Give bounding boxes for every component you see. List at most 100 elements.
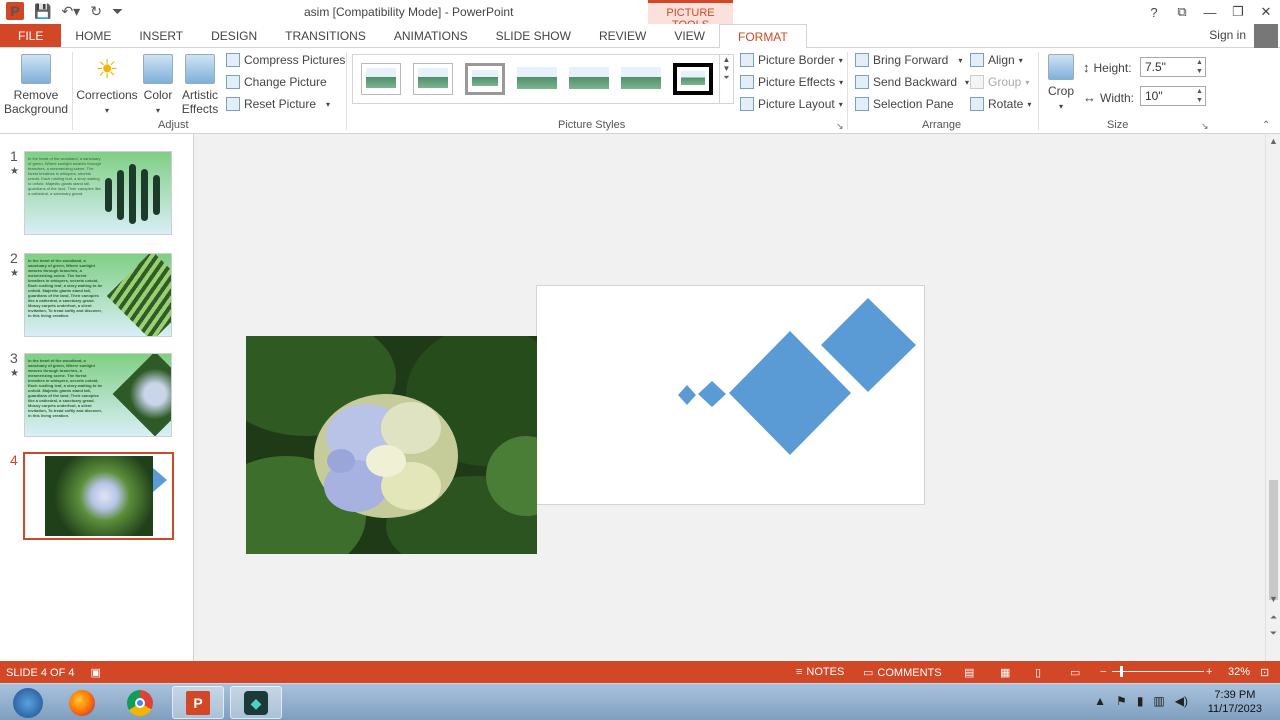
selection-pane-button[interactable]: Selection Pane [855, 97, 954, 111]
start-button[interactable] [2, 686, 54, 719]
windows-taskbar: P ◆ ▲ ⚑ ▮ ▥ ◀) 7:39 PM 11/17/2023 [0, 683, 1280, 720]
redo-icon[interactable]: ↻ [90, 3, 102, 20]
bring-forward-button[interactable]: Bring Forward ▾ [855, 53, 962, 67]
align-button[interactable]: Align ▾ [970, 53, 1023, 67]
tab-home[interactable]: HOME [61, 24, 125, 47]
close-button[interactable]: ✕ [1252, 0, 1280, 24]
vertical-scrollbar[interactable]: ▲ ▼ ⏶ ⏷ [1265, 134, 1280, 661]
diamond-tiny[interactable] [678, 385, 696, 405]
tab-design[interactable]: DESIGN [197, 24, 271, 47]
undo-icon[interactable]: ↶▾ [61, 3, 80, 20]
tab-animations[interactable]: ANIMATIONS [380, 24, 482, 47]
system-clock[interactable]: 7:39 PM 11/17/2023 [1208, 688, 1262, 716]
previous-slide-icon[interactable]: ⏶ [1266, 612, 1280, 623]
tab-view[interactable]: VIEW [660, 24, 719, 47]
hydrangea-picture[interactable] [246, 336, 537, 554]
tab-slide-show[interactable]: SLIDE SHOW [482, 24, 585, 47]
rotate-button[interactable]: Rotate ▾ [970, 97, 1031, 111]
picture-border-button[interactable]: Picture Border ▾ [740, 53, 843, 67]
scroll-up-icon[interactable]: ▲ [1266, 136, 1280, 146]
artistic-effects-button[interactable]: Artistic Effects [178, 54, 222, 116]
maximize-button[interactable]: ❐ [1224, 0, 1252, 24]
minimize-button[interactable]: — [1196, 0, 1224, 24]
tab-transitions[interactable]: TRANSITIONS [271, 24, 380, 47]
zoom-in-button[interactable]: + [1206, 666, 1212, 678]
remove-background-icon [21, 54, 51, 84]
scroll-down-icon[interactable]: ▼ [1266, 594, 1280, 604]
slide-number: 4 [10, 452, 18, 468]
slide-show-icon[interactable]: ▭ [1070, 666, 1080, 679]
reading-view-icon[interactable]: ▯ [1035, 666, 1041, 679]
tab-file[interactable]: FILE [0, 24, 62, 47]
tab-insert[interactable]: INSERT [125, 24, 197, 47]
customize-qat-icon[interactable]: ⏷ [112, 3, 123, 20]
firefox-taskbar-button[interactable] [56, 686, 108, 719]
next-slide-icon[interactable]: ⏷ [1266, 628, 1280, 639]
gallery-scroll[interactable]: ▲ ▼ ⏷ [719, 55, 733, 103]
height-icon: ↕ [1083, 60, 1090, 75]
height-spinner[interactable]: ▲ ▼ [1196, 58, 1203, 76]
ribbon: Remove Background ☀ Corrections ▾ Color ▾ … [0, 48, 1280, 134]
corrections-button[interactable]: ☀ Corrections ▾ [76, 54, 138, 118]
picture-style-6[interactable] [621, 63, 661, 95]
show-hidden-icons[interactable]: ▲ [1094, 694, 1106, 708]
comments-button[interactable]: ▭ COMMENTS [863, 666, 942, 680]
save-icon[interactable]: 💾 [34, 3, 51, 20]
slide-thumbnail-1[interactable]: In the heart of the woodland, a sanctuar… [24, 151, 172, 235]
picture-style-3[interactable] [465, 63, 505, 95]
picture-style-7[interactable] [673, 63, 713, 95]
tab-format[interactable]: FORMAT [718, 24, 807, 49]
compress-pictures-button[interactable]: Compress Pictures [226, 53, 345, 67]
reset-picture-label: Reset Picture [244, 97, 317, 111]
picture-style-1[interactable] [361, 63, 401, 95]
zoom-slider[interactable] [1112, 666, 1204, 677]
width-label: Width: [1100, 90, 1135, 105]
slide-thumbnail-3[interactable]: In the heart of the woodland, a sanctuar… [24, 353, 172, 437]
spell-check-icon[interactable]: ▣ [90, 666, 100, 679]
slide-thumbnail-4[interactable] [23, 452, 174, 540]
scroll-thumb[interactable] [1269, 480, 1278, 600]
zoom-out-button[interactable]: − [1100, 666, 1106, 678]
send-backward-button[interactable]: Send Backward ▾ [855, 75, 969, 89]
filmora-taskbar-button[interactable]: ◆ [230, 686, 282, 719]
tab-review[interactable]: REVIEW [585, 24, 660, 47]
reset-picture-button[interactable]: Reset Picture ▾ [226, 97, 330, 111]
chrome-taskbar-button[interactable] [114, 686, 166, 719]
slide-with-diamonds[interactable] [536, 285, 925, 505]
slide-sorter-icon[interactable]: ▦ [1000, 666, 1010, 679]
diamond-small[interactable] [698, 381, 726, 407]
picture-styles-launcher-icon[interactable]: ↘ [836, 121, 844, 132]
zoom-slider-thumb[interactable] [1120, 666, 1123, 677]
volume-icon[interactable]: ◀) [1175, 694, 1188, 708]
crop-button[interactable]: Crop ▾ [1044, 54, 1078, 114]
zoom-level[interactable]: 32% [1228, 666, 1250, 678]
fit-slide-icon[interactable]: ⊡ [1260, 666, 1269, 679]
picture-style-4[interactable] [517, 63, 557, 95]
group-button[interactable]: Group ▾ [970, 75, 1029, 89]
sign-in-link[interactable]: Sign in [1209, 28, 1246, 42]
remove-background-button[interactable]: Remove Background [4, 54, 68, 116]
avatar[interactable] [1254, 24, 1278, 48]
collapse-ribbon-icon[interactable]: ⌃ [1262, 120, 1270, 131]
size-launcher-icon[interactable]: ↘ [1201, 121, 1209, 132]
picture-border-label: Picture Border [758, 53, 835, 67]
notes-button[interactable]: ≡ NOTES [796, 666, 844, 678]
width-spinner[interactable]: ▲ ▼ [1196, 87, 1203, 105]
slide-indicator: SLIDE 4 OF 4 ▣ [6, 666, 101, 680]
slide-thumbnail-2[interactable]: In the heart of the woodland, a sanctuar… [24, 253, 172, 337]
picture-border-icon [740, 53, 754, 67]
slide-arrow-shape [153, 468, 167, 492]
battery-icon[interactable]: ▮ [1137, 694, 1144, 708]
picture-layout-button[interactable]: Picture Layout ▾ [740, 97, 843, 111]
powerpoint-taskbar-button[interactable]: P [172, 686, 224, 719]
picture-effects-button[interactable]: Picture Effects ▾ [740, 75, 843, 89]
help-button[interactable]: ? [1140, 0, 1168, 24]
picture-style-2[interactable] [413, 63, 453, 95]
action-center-icon[interactable]: ⚑ [1116, 694, 1127, 708]
normal-view-icon[interactable]: ▤ [964, 666, 974, 679]
color-button[interactable]: Color ▾ [140, 54, 176, 118]
network-icon[interactable]: ▥ [1153, 694, 1164, 708]
picture-style-5[interactable] [569, 63, 609, 95]
change-picture-button[interactable]: Change Picture [226, 75, 327, 89]
ribbon-display-options-button[interactable]: ⧉ [1168, 0, 1196, 24]
